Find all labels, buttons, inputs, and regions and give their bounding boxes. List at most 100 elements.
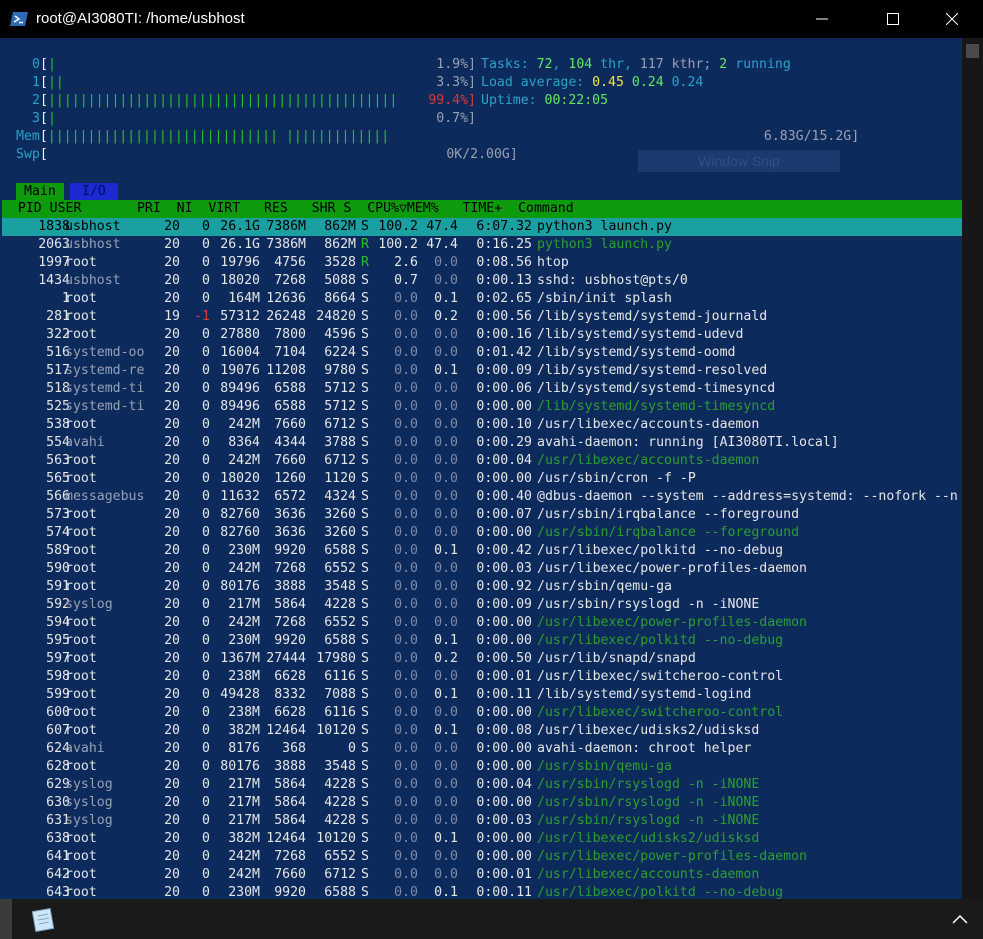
cell-res: 6628 [274,705,306,720]
table-row[interactable]: 525 systemd-ti 20 0 89496 6588 5712 S 0.0 0.0 0:00… [2,398,962,416]
table-row[interactable]: 638 root 20 0 382M 12464 10120 S 0.0 0.1 0:00.00/u… [2,830,962,848]
cell-time: 0:00.00 [476,525,532,540]
table-row[interactable]: 624 avahi 20 0 8176 368 0 S 0.0 0.0 0:00.00 avahi-d… [2,740,962,758]
cell-cmd: /usr/libexec/switcheroo-control [537,705,784,720]
table-row[interactable]: 1 root 20 0 164M 12636 8664 S 0.0 0.1 0:02.65/sbin… [2,290,962,308]
cell-s: S [361,291,369,306]
cell-cpu: 0.0 [394,885,418,899]
cell-shr: 0 [348,741,356,756]
cell-mem: 0.0 [434,705,458,720]
cell-virt: 89496 [220,399,260,414]
cell-virt: 217M [228,597,260,612]
cell-virt: 217M [228,777,260,792]
table-row[interactable]: 563 root 20 0 242M 7660 6712 S 0.0 0.0 0:00.04/usr… [2,452,962,470]
table-row[interactable]: 607 root 20 0 382M 12464 10120 S 0.0 0.1 0:00.08/u… [2,722,962,740]
table-row[interactable]: 630 syslog 20 0 217M 5864 4228 S 0.0 0.0 0:00.00/u… [2,794,962,812]
cell-ni: 0 [202,255,210,270]
table-row[interactable]: 643 root 20 0 230M 9920 6588 S 0.0 0.1 0:00.11/usr… [2,884,962,899]
cell-cpu: 0.0 [394,705,418,720]
tab-io[interactable]: I/O [70,183,118,200]
table-row[interactable]: 590 root 20 0 242M 7268 6552 S 0.0 0.0 0:00.03/usr… [2,560,962,578]
cell-s: S [361,471,369,486]
table-row[interactable]: 597 root 20 0 1367M 27444 17980 S 0.0 0.2 0:00.50 /… [2,650,962,668]
column-headers[interactable]: PID USER PRI NI VIRT RES SHR S CPU%▽MEM%… [2,200,574,218]
cell-pri: 20 [164,831,180,846]
cell-shr: 6116 [324,669,356,684]
cell-cpu: 0.0 [394,831,418,846]
cell-cmd: sshd: usbhost@pts/0 [537,273,688,288]
cell-shr: 6712 [324,417,356,432]
table-row[interactable]: 629 syslog 20 0 217M 5864 4228 S 0.0 0.0 0:00.04/u… [2,776,962,794]
scrollbar-thumb[interactable] [966,44,979,58]
column-header-row[interactable]: PID USER PRI NI VIRT RES SHR S CPU%▽MEM%… [2,200,962,218]
scrollbar[interactable] [962,38,983,899]
minimize-icon [816,18,828,20]
cell-cmd: /usr/sbin/rsyslogd -n -iNONE [537,795,760,810]
chevron-up-icon[interactable] [950,911,970,927]
cell-time: 0:00.06 [476,381,532,396]
cell-ni: 0 [202,705,210,720]
table-row[interactable]: 538 root 20 0 242M 7660 6712 S 0.0 0.0 0:00.10/usr… [2,416,962,434]
table-row[interactable]: 594 root 20 0 242M 7268 6552 S 0.0 0.0 0:00.00/usr… [2,614,962,632]
cell-mem: 0.0 [434,255,458,270]
table-row[interactable]: 631 syslog 20 0 217M 5864 4228 S 0.0 0.0 0:00.03/u… [2,812,962,830]
cell-res: 12464 [266,723,306,738]
cell-ni: 0 [202,795,210,810]
tab-main[interactable]: Main [16,183,64,200]
table-row[interactable]: 554 avahi 20 0 8364 4344 3788 S 0.0 0.0 0:00.29 ava… [2,434,962,452]
table-row[interactable]: 574 root 20 0 82760 3636 3260 S 0.0 0.0 0:00.00/us… [2,524,962,542]
cell-s: S [361,507,369,522]
cell-shr: 4228 [324,813,356,828]
cell-virt: 217M [228,813,260,828]
cell-shr: 24820 [316,309,356,324]
cell-mem: 47.4 [426,219,458,234]
table-row[interactable]: 518 systemd-ti 20 0 89496 6588 5712 S 0.0 0.0 0:00… [2,380,962,398]
table-row[interactable]: 599 root 20 0 49428 8332 7088 S 0.0 0.1 0:00.11/li… [2,686,962,704]
table-row[interactable]: 2063 usbhost 20 0 26.1G 7386M 862M R 100.2 47.4 0:… [2,236,962,254]
table-row[interactable]: 642 root 20 0 242M 7660 6712 S 0.0 0.0 0:00.01/usr… [2,866,962,884]
cell-user: root [65,759,97,774]
table-row[interactable]: 1997 root 20 0 19796 4756 3528 R 2.6 0.0 0:08.56 ht… [2,254,962,272]
cell-time: 0:16.25 [476,237,532,252]
table-row[interactable]: 598 root 20 0 238M 6628 6116 S 0.0 0.0 0:00.01/usr… [2,668,962,686]
cpu-percent: 99.4%] [428,93,476,108]
cell-pri: 20 [164,723,180,738]
cell-res: 3888 [274,579,306,594]
cell-pri: 20 [164,381,180,396]
cell-pid: 631 [46,813,70,828]
table-row[interactable]: 1838 usbhost 20 0 26.1G 7386M 862M S 100.2 47.4 6:… [2,218,962,236]
close-button[interactable] [929,0,975,38]
table-row[interactable]: 600 root 20 0 238M 6628 6116 S 0.0 0.0 0:00.00/usr… [2,704,962,722]
maximize-button[interactable] [870,0,916,38]
cell-shr: 8664 [324,291,356,306]
table-row[interactable]: 565 root 20 0 18020 1260 1120 S 0.0 0.0 0:00.00/us… [2,470,962,488]
table-row[interactable]: 573 root 20 0 82760 3636 3260 S 0.0 0.0 0:00.07/us… [2,506,962,524]
cell-pri: 20 [164,489,180,504]
table-row[interactable]: 517 systemd-re 20 0 19076 11208 9780 S 0.0 0.1 0:0… [2,362,962,380]
cell-pid: 592 [46,597,70,612]
cell-res: 6572 [274,489,306,504]
cpu-id: 3 [32,111,40,126]
minimize-button[interactable] [799,0,845,38]
table-row[interactable]: 322 root 20 0 27880 7800 4596 S 0.0 0.0 0:00.16/li… [2,326,962,344]
terminal-area[interactable]: 0[| 1.9%] 1[|| 3.3%] 2[|||||||||||||||||||||… [2,38,962,899]
table-row[interactable]: 1434 usbhost 20 0 18020 7268 5088 S 0.7 0.0 0:00.1… [2,272,962,290]
cell-s: S [361,885,369,899]
table-row[interactable]: 592 syslog 20 0 217M 5864 4228 S 0.0 0.0 0:00.09/u… [2,596,962,614]
cell-shr: 1120 [324,471,356,486]
table-row[interactable]: 628 root 20 0 80176 3888 3548 S 0.0 0.0 0:00.00/us… [2,758,962,776]
table-row[interactable]: 641 root 20 0 242M 7268 6552 S 0.0 0.0 0:00.00/usr… [2,848,962,866]
notepad-icon[interactable] [30,907,60,933]
cell-mem: 0.0 [434,561,458,576]
table-row[interactable]: 591 root 20 0 80176 3888 3548 S 0.0 0.0 0:00.92/us… [2,578,962,596]
cell-pid: 590 [46,561,70,576]
table-row[interactable]: 589 root 20 0 230M 9920 6588 S 0.0 0.1 0:00.42/usr… [2,542,962,560]
window-snip-overlay[interactable]: Window Snip [638,150,840,172]
cell-mem: 0.0 [434,813,458,828]
cell-virt: 242M [228,453,260,468]
table-row[interactable]: 595 root 20 0 230M 9920 6588 S 0.0 0.1 0:00.00/usr… [2,632,962,650]
table-row[interactable]: 281 root 19 -1 57312 26248 24820 S 0.0 0.2 0:00.56… [2,308,962,326]
cell-virt: 164M [228,291,260,306]
table-row[interactable]: 566 messagebus 20 0 11632 6572 4324 S 0.0 0.0 0:00… [2,488,962,506]
table-row[interactable]: 516 systemd-oo 20 0 16004 7104 6224 S 0.0 0.0 0:01… [2,344,962,362]
